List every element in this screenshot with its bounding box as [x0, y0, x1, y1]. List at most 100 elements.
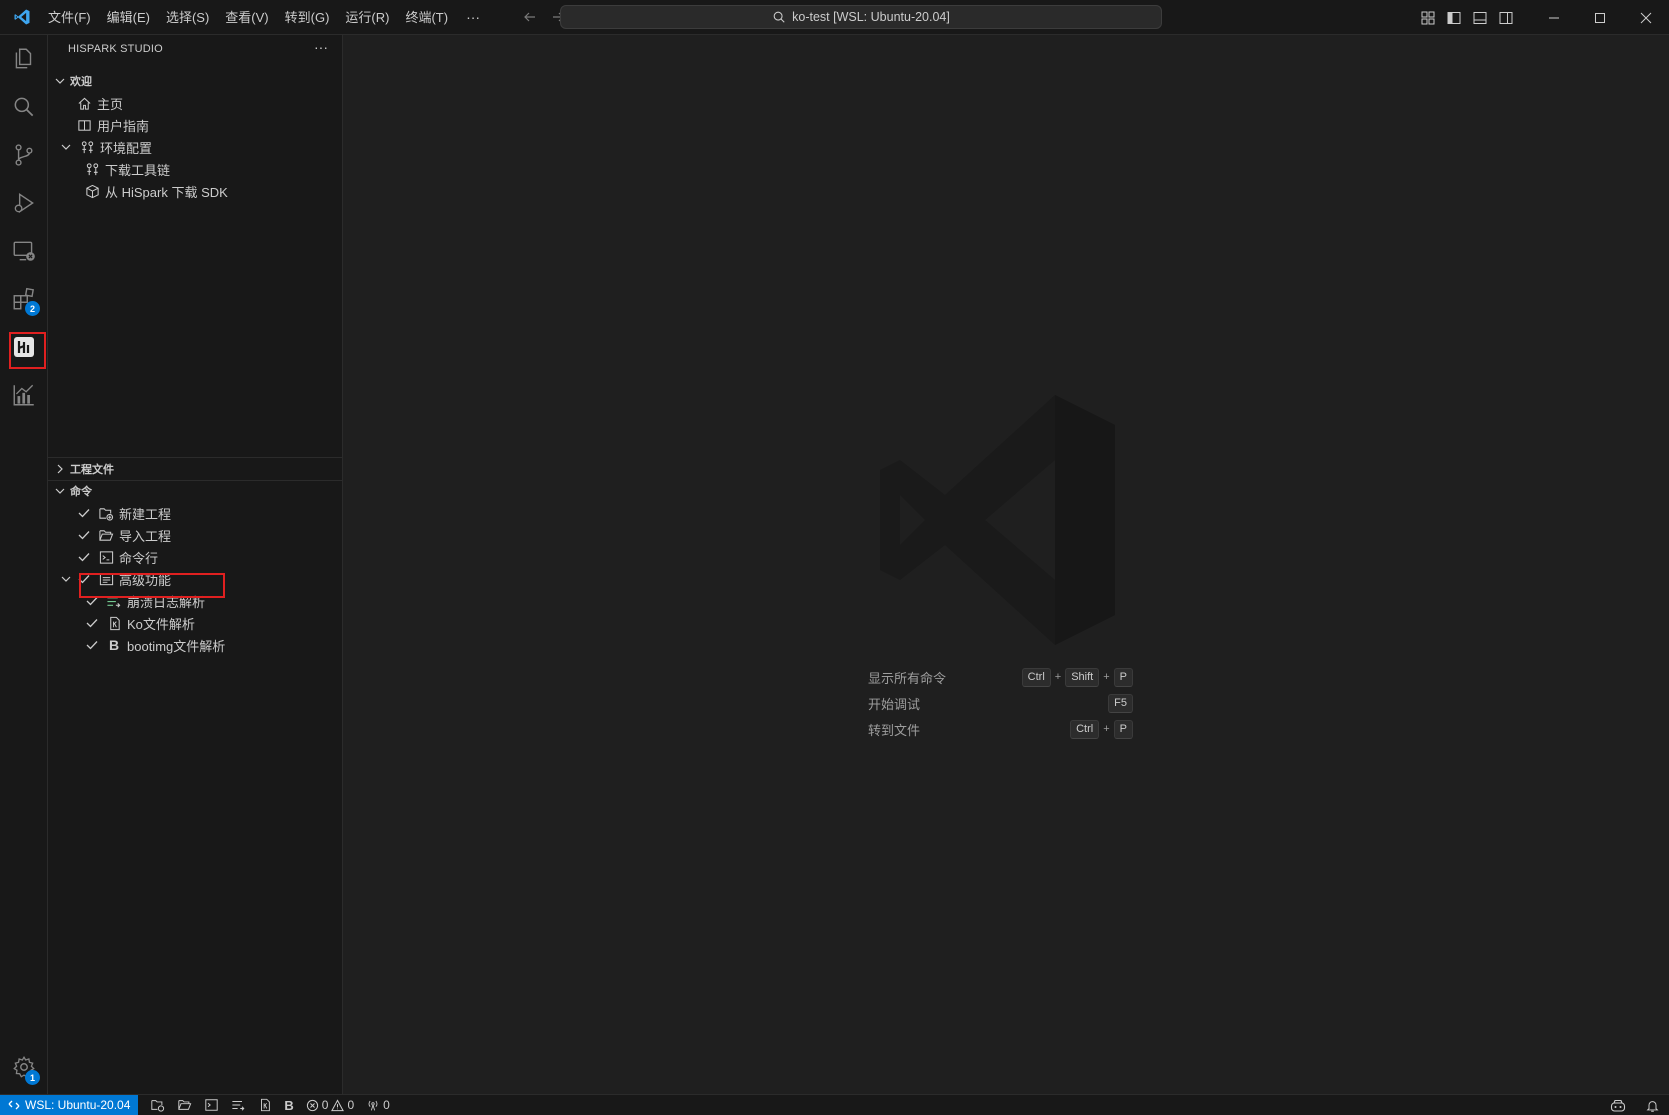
- remote-label: WSL: Ubuntu-20.04: [25, 1098, 131, 1112]
- command-ko-file-parse[interactable]: Ko文件解析: [84, 612, 195, 634]
- shortcut-row-go-to-file[interactable]: 转到文件 Ctrl + P: [868, 716, 1133, 742]
- checkbox-checked-icon[interactable]: [76, 549, 92, 565]
- command-import-project[interactable]: 导入工程: [76, 524, 171, 546]
- command-bootimg-parse[interactable]: B bootimg文件解析: [84, 634, 225, 656]
- checkbox-checked-icon[interactable]: [84, 615, 100, 631]
- tree-item-label: 下载工具链: [105, 162, 171, 178]
- menu-terminal[interactable]: 终端(T): [397, 0, 456, 35]
- maximize-icon[interactable]: [1577, 0, 1623, 35]
- menu-selection[interactable]: 选择(S): [158, 0, 217, 35]
- section-commands-label: 命令: [70, 486, 92, 498]
- tree-item-label: bootimg文件解析: [127, 638, 226, 654]
- explorer-icon[interactable]: [0, 35, 48, 83]
- warning-count: 0: [347, 1098, 355, 1112]
- chart-icon[interactable]: [0, 371, 48, 419]
- title-bar: 文件(F) 编辑(E) 选择(S) 查看(V) 转到(G) 运行(R) 终端(T…: [0, 0, 1669, 35]
- menu-run[interactable]: 运行(R): [337, 0, 397, 35]
- status-right: [1600, 1095, 1669, 1115]
- menu-go[interactable]: 转到(G): [277, 0, 338, 35]
- shortcut-keys: Ctrl + Shift + P: [1021, 667, 1133, 687]
- key-cap: Ctrl: [1070, 719, 1100, 739]
- run-debug-icon[interactable]: [0, 179, 48, 227]
- copilot-icon[interactable]: [1600, 1095, 1636, 1115]
- key-plus: +: [1054, 671, 1062, 683]
- tree-item-download-toolchain[interactable]: 下载工具链: [84, 158, 170, 180]
- key-cap: P: [1113, 667, 1133, 687]
- key-plus: +: [1103, 671, 1110, 683]
- vscode-logo-icon: [4, 0, 40, 35]
- shortcut-row-start-debug[interactable]: 开始调试 F5: [868, 690, 1133, 716]
- status-ports[interactable]: 0: [360, 1095, 396, 1115]
- shortcut-row-show-commands[interactable]: 显示所有命令 Ctrl + Shift + P: [868, 664, 1133, 690]
- menu-view[interactable]: 查看(V): [217, 0, 276, 35]
- close-icon[interactable]: [1623, 0, 1669, 35]
- status-file-parse-icon[interactable]: [252, 1095, 278, 1115]
- back-arrow-icon[interactable]: [520, 7, 540, 27]
- error-icon: [306, 1099, 318, 1111]
- customize-layout-icon[interactable]: [1415, 0, 1441, 35]
- tree-item-label: 从 HiSpark 下载 SDK: [105, 184, 228, 200]
- toggle-secondary-sidebar-icon[interactable]: [1493, 0, 1519, 35]
- toggle-panel-icon[interactable]: [1467, 0, 1493, 35]
- highlight-box-ko-parse: [79, 573, 225, 598]
- folder-open-icon: [98, 527, 114, 543]
- status-folder-open-icon[interactable]: [171, 1095, 198, 1115]
- tree-item-user-guide[interactable]: 用户指南: [76, 114, 149, 136]
- tree-item-label: 用户指南: [97, 118, 150, 134]
- command-new-project[interactable]: 新建工程: [76, 502, 171, 524]
- book-icon: [76, 117, 92, 133]
- shortcut-label: 开始调试: [868, 696, 921, 712]
- shortcut-hints: 显示所有命令 Ctrl + Shift + P 开始调试 F5 转到文件 Ctr…: [868, 664, 1133, 742]
- status-bold-b-icon[interactable]: B: [278, 1095, 299, 1115]
- package-icon: [84, 183, 100, 199]
- status-terminal-icon[interactable]: [198, 1095, 225, 1115]
- chevron-down-icon: [58, 139, 74, 155]
- shortcut-label: 转到文件: [868, 722, 921, 738]
- section-project-files-header[interactable]: 工程文件: [48, 458, 343, 480]
- menu-file[interactable]: 文件(F): [40, 0, 99, 35]
- status-new-project-icon[interactable]: [144, 1095, 171, 1115]
- terminal-icon: [98, 549, 114, 565]
- chevron-down-icon: [50, 485, 70, 497]
- tree-item-home[interactable]: 主页: [76, 92, 123, 114]
- tree-item-download-sdk[interactable]: 从 HiSpark 下载 SDK: [84, 180, 228, 202]
- ports-count: 0: [383, 1098, 390, 1112]
- key-cap: F5: [1108, 693, 1133, 713]
- menu-bar: 文件(F) 编辑(E) 选择(S) 查看(V) 转到(G) 运行(R) 终端(T…: [40, 0, 490, 35]
- editor-area: 显示所有命令 Ctrl + Shift + P 开始调试 F5 转到文件 Ctr…: [343, 35, 1669, 1094]
- bold-b-icon: B: [108, 637, 120, 653]
- key-cap: Shift: [1065, 667, 1100, 687]
- file-parse-icon: [106, 615, 122, 631]
- settings-group-icon: [79, 139, 95, 155]
- remote-indicator[interactable]: WSL: Ubuntu-20.04: [0, 1094, 139, 1115]
- status-log-icon[interactable]: [225, 1095, 252, 1115]
- tree-item-env-config[interactable]: 环境配置: [58, 136, 152, 158]
- sidebar-more-button[interactable]: ···: [314, 39, 328, 55]
- remote-explorer-icon[interactable]: [0, 227, 48, 275]
- menu-more-button[interactable]: ···: [456, 9, 490, 25]
- extensions-icon[interactable]: 2: [0, 275, 48, 323]
- section-welcome-header[interactable]: 欢迎: [48, 70, 343, 92]
- new-folder-icon: [98, 505, 114, 521]
- search-icon[interactable]: [0, 83, 48, 131]
- window-controls: [1415, 0, 1669, 35]
- shortcut-keys: Ctrl + P: [1070, 719, 1133, 739]
- shortcut-keys: F5: [1108, 693, 1133, 713]
- command-terminal[interactable]: 命令行: [76, 546, 158, 568]
- chevron-right-icon: [50, 463, 70, 475]
- minimize-icon[interactable]: [1531, 0, 1577, 35]
- checkbox-checked-icon[interactable]: [76, 527, 92, 543]
- sidebar-title: HISPARK STUDIO: [68, 43, 163, 55]
- checkbox-checked-icon[interactable]: [76, 505, 92, 521]
- checkbox-checked-icon[interactable]: [84, 637, 100, 653]
- toggle-primary-sidebar-icon[interactable]: [1441, 0, 1467, 35]
- tree-item-label: 新建工程: [119, 506, 172, 522]
- status-problems[interactable]: 0 0: [300, 1095, 360, 1115]
- source-control-icon[interactable]: [0, 131, 48, 179]
- menu-edit[interactable]: 编辑(E): [99, 0, 158, 35]
- notifications-bell-icon[interactable]: [1636, 1095, 1669, 1115]
- section-commands-header[interactable]: 命令: [48, 480, 343, 502]
- settings-gear-icon[interactable]: 1: [0, 1043, 48, 1091]
- broadcast-icon: [368, 1100, 378, 1111]
- command-center[interactable]: ko-test [WSL: Ubuntu-20.04]: [560, 5, 1162, 29]
